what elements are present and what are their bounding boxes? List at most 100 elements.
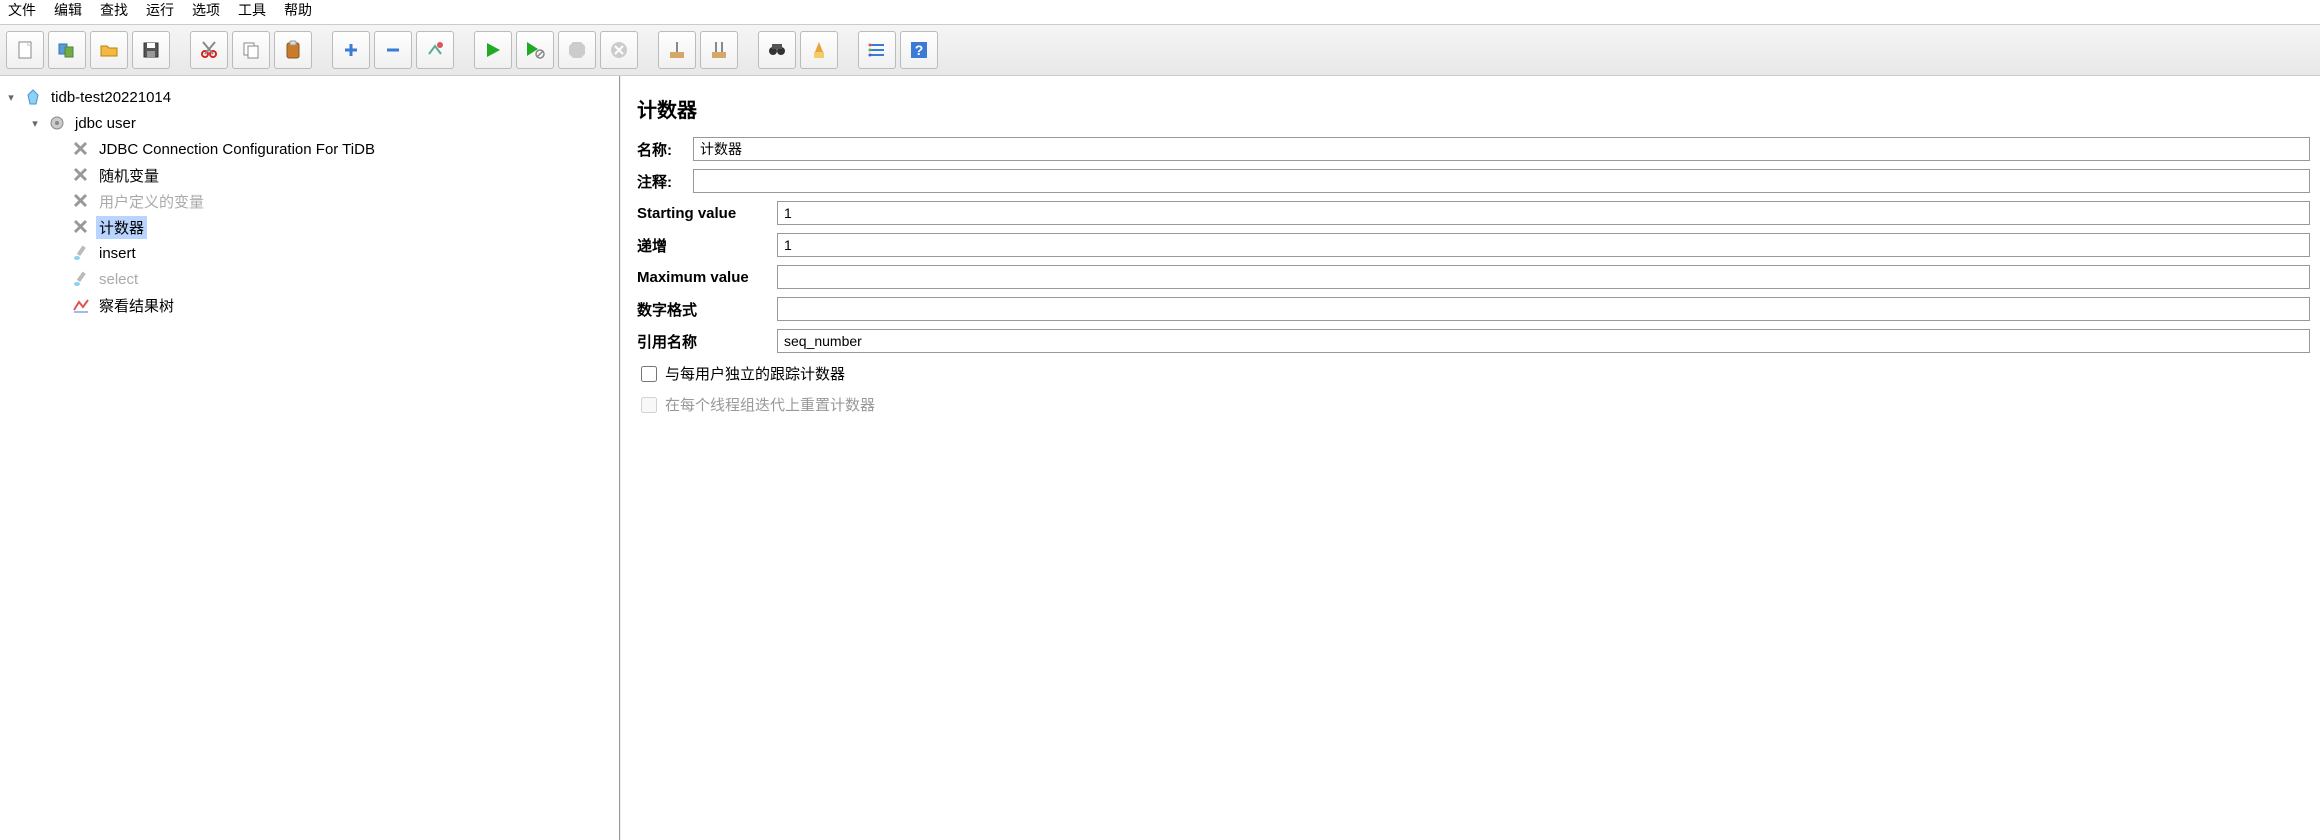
shutdown-icon <box>610 41 628 59</box>
list-icon <box>867 40 887 60</box>
tree-item-icon <box>70 190 92 212</box>
refname-label: 引用名称 <box>637 331 777 352</box>
menu-search[interactable]: 查找 <box>100 0 128 20</box>
tree-item[interactable]: 计数器 <box>4 214 615 240</box>
tree-item-icon <box>70 164 92 186</box>
menu-help[interactable]: 帮助 <box>284 0 312 20</box>
tree-item-icon <box>70 268 92 290</box>
peruser-checkbox[interactable] <box>641 366 657 382</box>
collapse-button[interactable] <box>374 31 412 69</box>
toggle-button[interactable] <box>416 31 454 69</box>
clear-button[interactable] <box>658 31 696 69</box>
plus-icon <box>343 42 359 58</box>
templates-icon <box>57 40 77 60</box>
menu-tools[interactable]: 工具 <box>238 0 266 20</box>
tree-item[interactable]: select <box>4 266 615 292</box>
gear-icon <box>46 112 68 134</box>
tree-label: 计数器 <box>96 216 147 239</box>
tree-label: 随机变量 <box>96 164 162 187</box>
stop-icon <box>568 41 586 59</box>
start-no-timers-button[interactable] <box>516 31 554 69</box>
stop-button[interactable] <box>558 31 596 69</box>
folder-open-icon <box>99 40 119 60</box>
comment-input[interactable] <box>693 169 2310 193</box>
minus-icon <box>385 42 401 58</box>
play-notimer-icon <box>525 40 545 60</box>
copy-icon <box>241 40 261 60</box>
max-input[interactable] <box>777 265 2310 289</box>
counter-editor: 计数器 名称: 注释: Starting value 递增 Maximum va… <box>620 76 2320 840</box>
refname-input[interactable] <box>777 329 2310 353</box>
play-icon <box>484 41 502 59</box>
reset-search-button[interactable] <box>800 31 838 69</box>
open-button[interactable] <box>90 31 128 69</box>
tree-label: tidb-test20221014 <box>48 88 174 107</box>
reset-checkbox <box>641 397 657 413</box>
tree-label: JDBC Connection Configuration For TiDB <box>96 140 378 159</box>
tree-label: insert <box>96 244 139 263</box>
tree-item-icon <box>70 294 92 316</box>
test-plan-tree[interactable]: ▾ tidb-test20221014 ▾ jdbc user JDBC Con… <box>0 76 620 840</box>
expand-button[interactable] <box>332 31 370 69</box>
broom-all-icon <box>709 40 729 60</box>
tree-label: 察看结果树 <box>96 294 177 317</box>
start-button[interactable] <box>474 31 512 69</box>
tree-root[interactable]: ▾ tidb-test20221014 <box>4 84 615 110</box>
tree-label: select <box>96 270 141 289</box>
paste-button[interactable] <box>274 31 312 69</box>
max-label: Maximum value <box>637 269 777 286</box>
svg-text:?: ? <box>915 42 924 58</box>
menu-edit[interactable]: 编辑 <box>54 0 82 20</box>
collapse-icon[interactable]: ▾ <box>28 117 42 130</box>
tree-item[interactable]: insert <box>4 240 615 266</box>
function-helper-button[interactable] <box>858 31 896 69</box>
reset-label: 在每个线程组迭代上重置计数器 <box>665 394 875 415</box>
name-label: 名称: <box>637 139 693 160</box>
name-input[interactable] <box>693 137 2310 161</box>
save-icon <box>141 40 161 60</box>
start-label: Starting value <box>637 205 777 222</box>
shutdown-button[interactable] <box>600 31 638 69</box>
format-input[interactable] <box>777 297 2310 321</box>
comment-label: 注释: <box>637 171 693 192</box>
document-icon <box>15 40 35 60</box>
search-button[interactable] <box>758 31 796 69</box>
templates-button[interactable] <box>48 31 86 69</box>
binoculars-icon <box>767 40 787 60</box>
new-file-button[interactable] <box>6 31 44 69</box>
start-input[interactable] <box>777 201 2310 225</box>
toggle-icon <box>425 40 445 60</box>
clipboard-icon <box>283 40 303 60</box>
collapse-icon[interactable]: ▾ <box>4 91 18 104</box>
increment-input[interactable] <box>777 233 2310 257</box>
copy-button[interactable] <box>232 31 270 69</box>
tree-item[interactable]: 随机变量 <box>4 162 615 188</box>
help-button[interactable]: ? <box>900 31 938 69</box>
tree-item-icon <box>70 216 92 238</box>
broom-clear-icon <box>809 40 829 60</box>
format-label: 数字格式 <box>637 299 777 320</box>
panel-title: 计数器 <box>631 94 2310 123</box>
toolbar: ? <box>0 24 2320 76</box>
help-icon: ? <box>909 40 929 60</box>
tree-label: jdbc user <box>72 114 139 133</box>
tree-item[interactable]: 用户定义的变量 <box>4 188 615 214</box>
tree-item-icon <box>70 242 92 264</box>
tree-label: 用户定义的变量 <box>96 190 207 213</box>
scissors-icon <box>199 40 219 60</box>
menu-file[interactable]: 文件 <box>8 0 36 20</box>
increment-label: 递增 <box>637 235 777 256</box>
tree-item[interactable]: 察看结果树 <box>4 292 615 318</box>
tree-item[interactable]: JDBC Connection Configuration For TiDB <box>4 136 615 162</box>
save-button[interactable] <box>132 31 170 69</box>
menu-run[interactable]: 运行 <box>146 0 174 20</box>
cut-button[interactable] <box>190 31 228 69</box>
clear-all-button[interactable] <box>700 31 738 69</box>
tree-threadgroup[interactable]: ▾ jdbc user <box>4 110 615 136</box>
broom-icon <box>667 40 687 60</box>
menu-options[interactable]: 选项 <box>192 0 220 20</box>
menubar: 文件 编辑 查找 运行 选项 工具 帮助 <box>0 0 2320 24</box>
peruser-label: 与每用户独立的跟踪计数器 <box>665 363 845 384</box>
testplan-icon <box>22 86 44 108</box>
tree-item-icon <box>70 138 92 160</box>
